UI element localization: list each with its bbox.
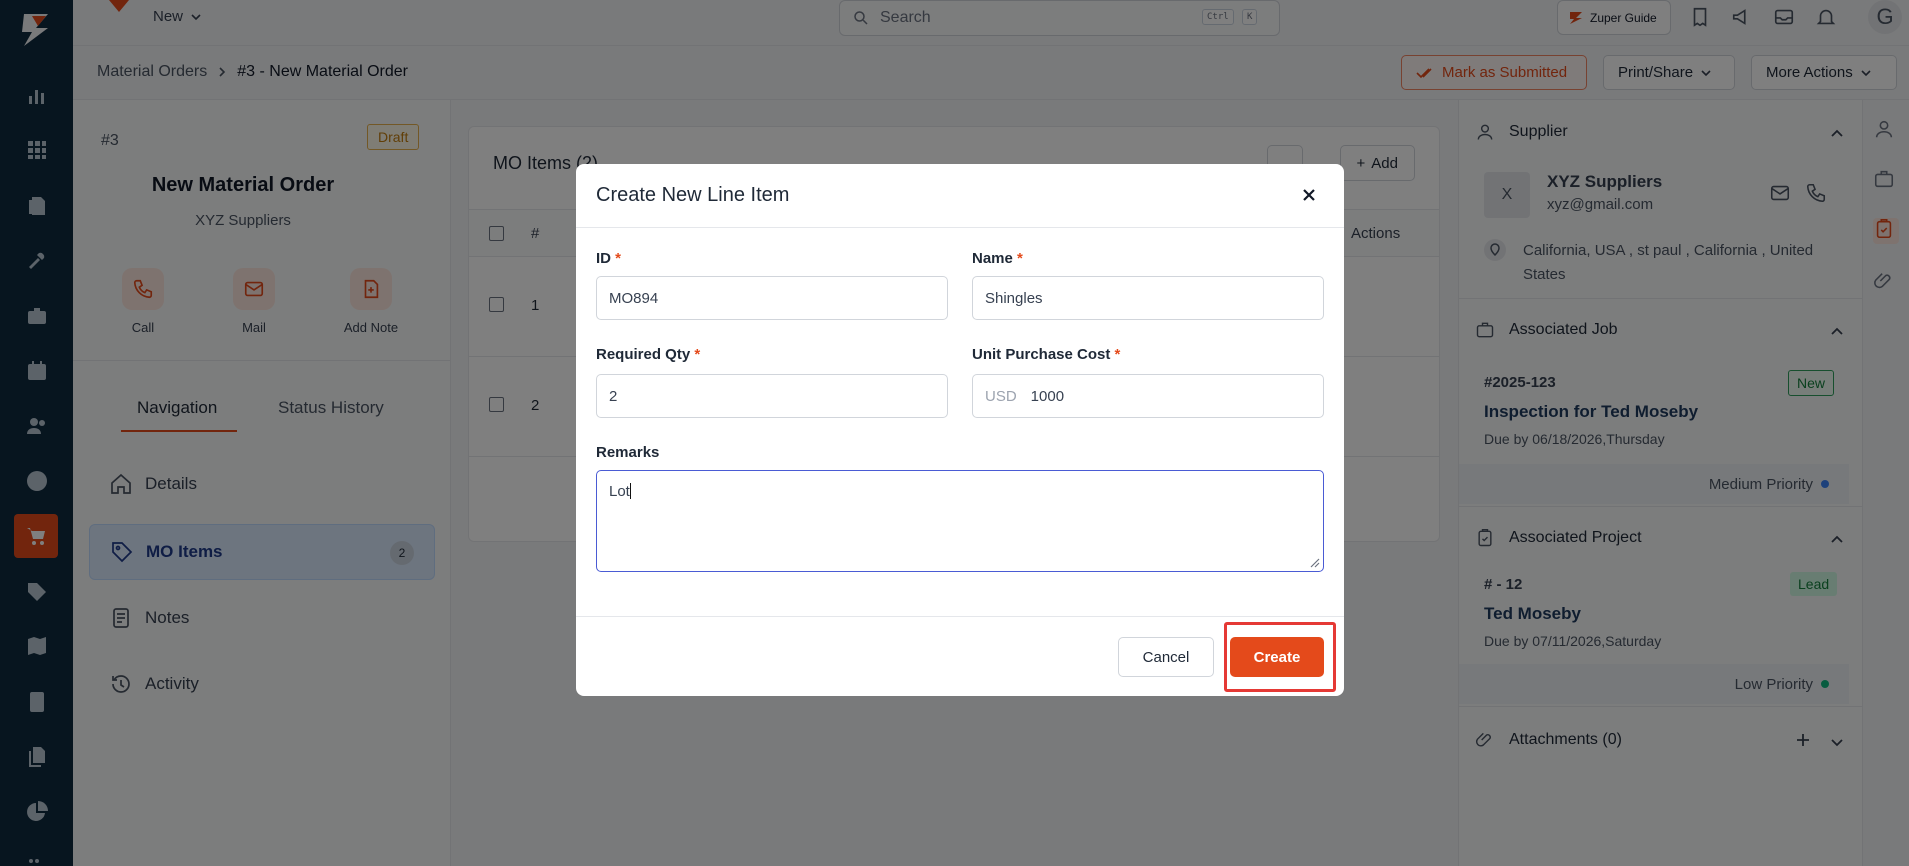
cost-value: 1000 bbox=[1030, 387, 1065, 405]
divider bbox=[576, 616, 1344, 617]
create-button[interactable]: Create bbox=[1230, 637, 1324, 677]
modal-title: Create New Line Item bbox=[596, 184, 790, 206]
create-line-item-modal: Create New Line Item ID * MO894 Name * S… bbox=[576, 164, 1344, 696]
required-mark: * bbox=[1017, 250, 1023, 267]
name-value: Shingles bbox=[985, 289, 1043, 307]
id-label: ID * bbox=[596, 250, 622, 267]
name-label: Name * bbox=[972, 250, 1023, 267]
resize-handle-icon[interactable] bbox=[1310, 558, 1320, 568]
remarks-textarea[interactable]: Lot bbox=[596, 470, 1324, 572]
cancel-button[interactable]: Cancel bbox=[1118, 637, 1214, 677]
close-button[interactable] bbox=[1296, 182, 1322, 208]
required-qty-input[interactable]: 2 bbox=[596, 374, 948, 418]
unit-cost-input[interactable]: USD 1000 bbox=[972, 374, 1324, 418]
qty-value: 2 bbox=[609, 387, 618, 405]
cost-label: Unit Purchase Cost * bbox=[972, 346, 1121, 363]
text-caret bbox=[629, 483, 631, 499]
id-input[interactable]: MO894 bbox=[596, 276, 948, 320]
required-mark: * bbox=[1114, 346, 1121, 363]
required-mark: * bbox=[615, 250, 622, 267]
currency-prefix: USD bbox=[985, 387, 1017, 405]
required-mark: * bbox=[694, 346, 701, 363]
id-value: MO894 bbox=[609, 289, 659, 307]
qty-label: Required Qty * bbox=[596, 346, 701, 363]
remarks-value: Lot bbox=[609, 483, 630, 500]
name-input[interactable]: Shingles bbox=[972, 276, 1324, 320]
remarks-label: Remarks bbox=[596, 444, 660, 461]
divider bbox=[576, 227, 1344, 228]
close-icon bbox=[1303, 189, 1315, 201]
